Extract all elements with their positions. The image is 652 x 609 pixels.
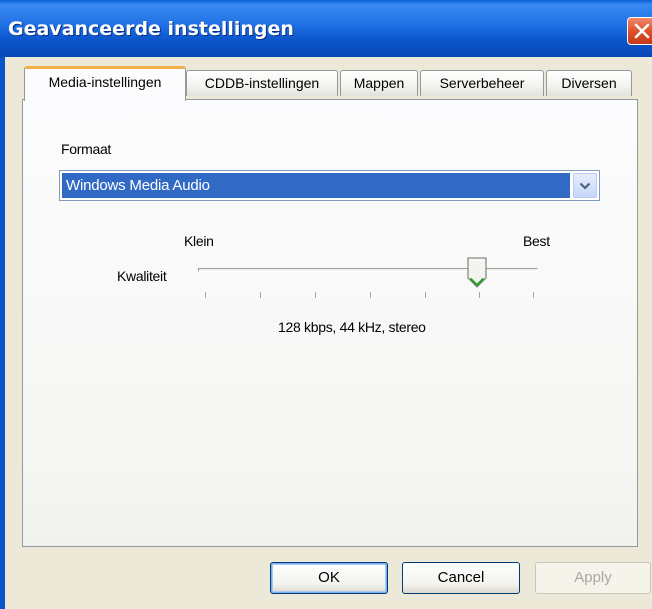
slider-thumb-icon [467, 257, 487, 288]
quality-slider-thumb[interactable] [466, 256, 488, 293]
apply-button[interactable]: Apply [535, 562, 651, 594]
quality-max-label: Best [523, 233, 550, 249]
slider-tick [315, 292, 316, 298]
slider-tick [425, 292, 426, 298]
tab-cddb-instellingen[interactable]: CDDB-instellingen [186, 70, 338, 96]
title-bar[interactable]: Geavanceerde instellingen [0, 0, 652, 57]
window-title: Geavanceerde instellingen [8, 18, 294, 40]
slider-tick [260, 292, 261, 298]
quality-label: Kwaliteit [117, 268, 167, 284]
quality-description: 128 kbps, 44 kHz, stereo [278, 319, 426, 335]
format-select-dropdown-button[interactable] [573, 173, 597, 198]
format-select[interactable]: Windows Media Audio [59, 170, 600, 201]
cancel-button[interactable]: Cancel [402, 562, 520, 594]
slider-tick [533, 292, 534, 298]
format-select-value: Windows Media Audio [62, 173, 570, 198]
close-button[interactable] [627, 17, 652, 45]
tab-serverbeheer[interactable]: Serverbeheer [420, 70, 544, 96]
tab-strip: Media-instellingen CDDB-instellingen Map… [18, 66, 638, 101]
slider-tick [479, 292, 480, 298]
slider-tick [370, 292, 371, 298]
close-icon [634, 23, 650, 39]
format-label: Formaat [61, 141, 112, 157]
chevron-down-icon [579, 182, 591, 190]
tab-diversen[interactable]: Diversen [546, 70, 632, 96]
quality-min-label: Klein [184, 233, 214, 249]
ok-button[interactable]: OK [270, 562, 388, 594]
slider-tick [205, 292, 206, 298]
tab-mappen[interactable]: Mappen [340, 70, 418, 96]
tab-media-instellingen[interactable]: Media-instellingen [24, 66, 186, 101]
